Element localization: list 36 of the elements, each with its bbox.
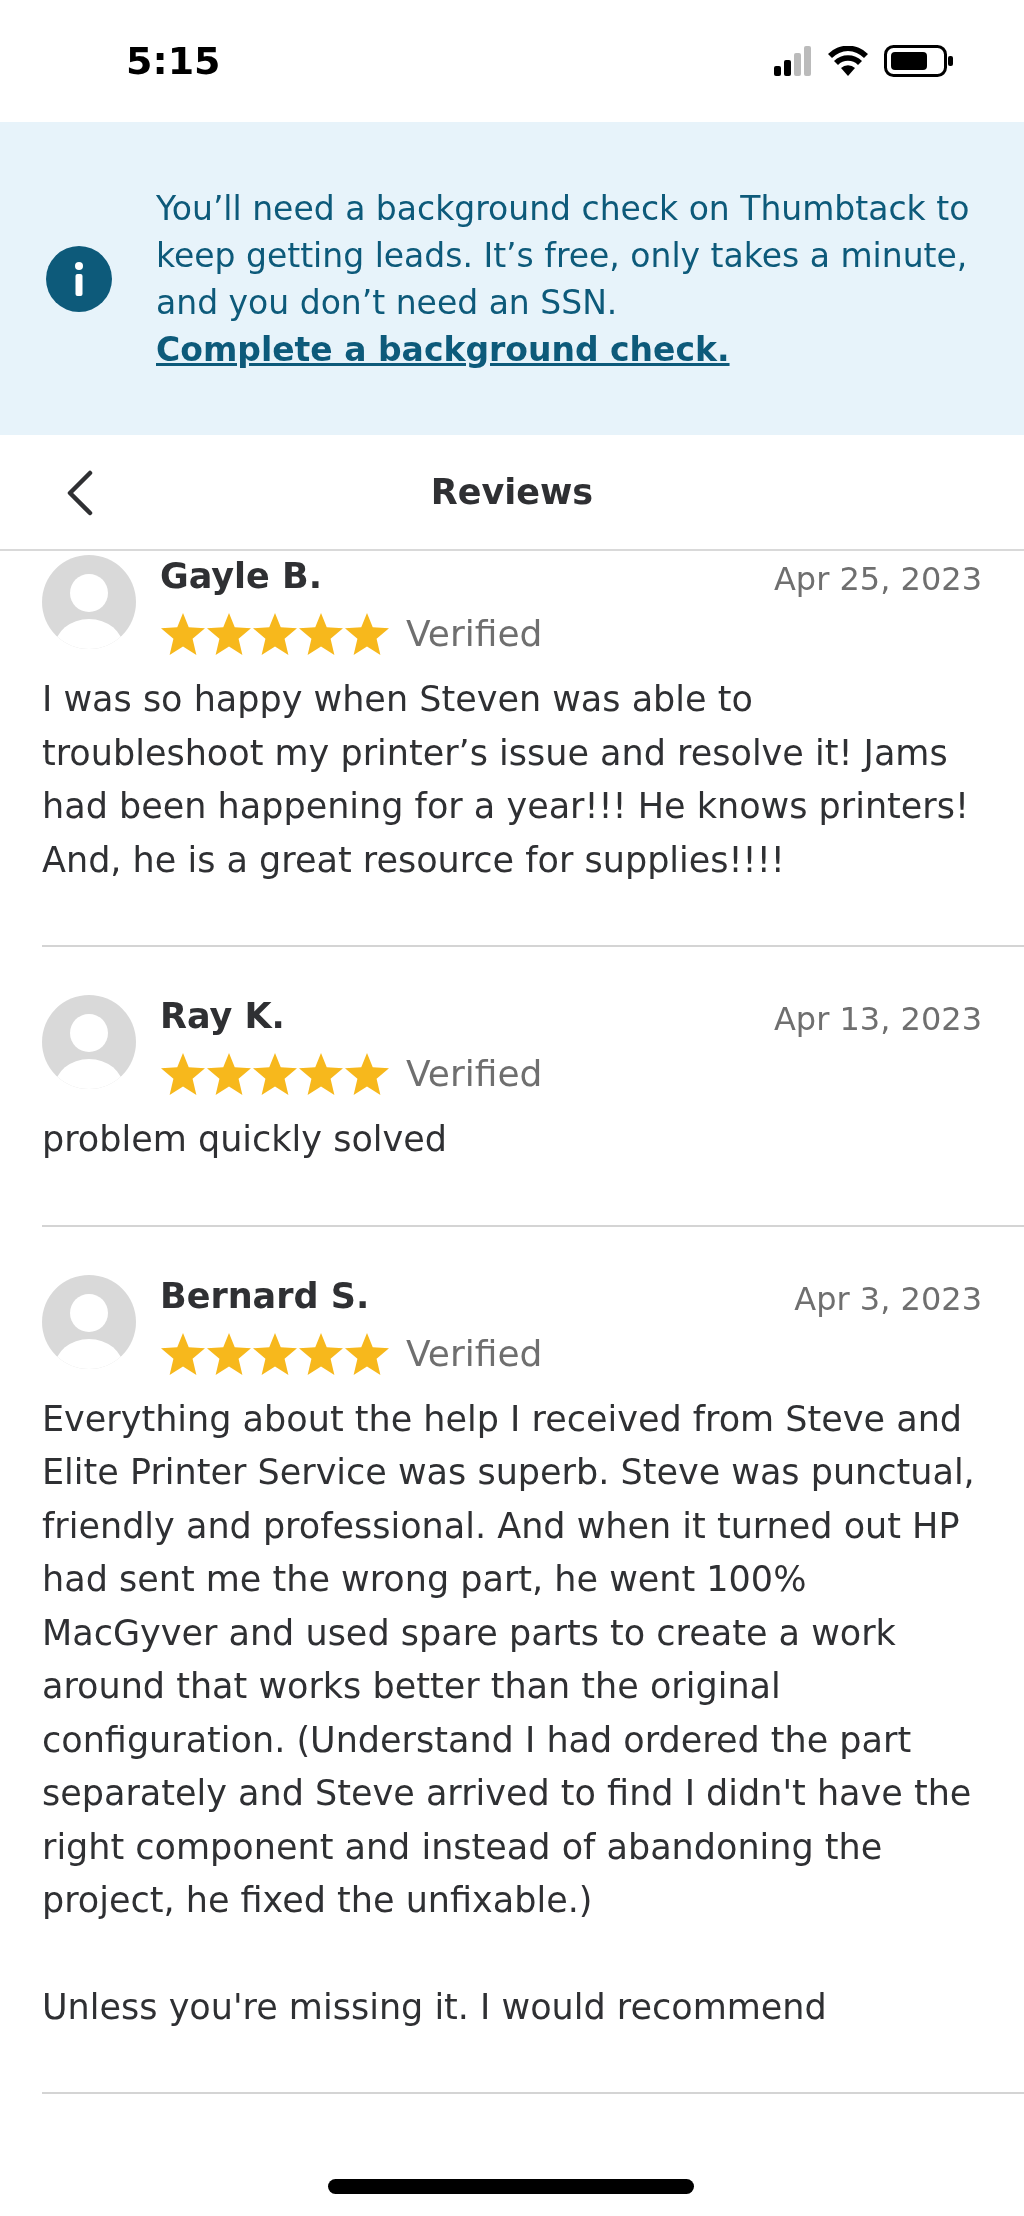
wifi-icon [828, 46, 868, 76]
reviewer-name: Gayle B. [160, 555, 322, 597]
review-date: Apr 3, 2023 [794, 1278, 982, 1320]
star-icon [298, 1331, 344, 1376]
notice-text: You’ll need a background check on Thumbtack to keep getting leads. It’s free, only takes a minute, and you don’t need an SSN. Complete a background check. [156, 187, 971, 371]
star-icon [252, 1052, 298, 1096]
review-date: Apr 13, 2023 [773, 999, 982, 1040]
star-icon [252, 612, 298, 656]
verified-label: Verified [406, 1331, 543, 1376]
battery-icon [884, 45, 954, 77]
star-icon [344, 612, 390, 656]
star-icon [160, 612, 206, 656]
star-icon [344, 1331, 390, 1376]
review-text: problem quickly solved [42, 1118, 448, 1161]
star-icon [160, 1052, 206, 1096]
review-text: I was so happy when Steven was able to troubleshoot my printer’s issue and resolve it! Jams had been happening for a year!!! He knows printers! And, he is a great resource for supplies!!!! [42, 678, 970, 882]
verified-label: Verified [406, 1052, 543, 1096]
star-icon [252, 1331, 298, 1376]
review-text: Everything about the help I received from Steve and Elite Printer Service was superb. Steve was punctual, friendly and professional. And when it turned out HP had sent me the wrong part, he went 100% MacGyver and used spare parts to create a work around that works better than the original configuration. (Understand I had ordered the part separately and Steve arrived to find I didn't have the right component and instead of abandoning the project, he fixed the unfixable.) [42, 1397, 976, 1922]
info-icon [46, 245, 112, 312]
review-date: Apr 25, 2023 [773, 559, 982, 600]
page-title: Reviews [430, 470, 594, 514]
star-icon [160, 1331, 206, 1376]
star-icon [344, 1052, 390, 1096]
star-icon [206, 1052, 252, 1096]
verified-label: Verified [406, 612, 543, 656]
star-icon [206, 612, 252, 656]
review-text: Unless you're missing it. I would recommend [42, 1985, 828, 2029]
background-check-link[interactable]: Complete a background check. [156, 329, 730, 369]
star-icon [206, 1331, 252, 1376]
reviewer-name: Ray K. [160, 995, 285, 1037]
reviewer-name: Bernard S. [160, 1274, 370, 1317]
star-icon [298, 1052, 344, 1096]
signal-icon [774, 46, 812, 76]
star-icon [298, 612, 344, 656]
time-text: 5:15 [126, 37, 221, 85]
